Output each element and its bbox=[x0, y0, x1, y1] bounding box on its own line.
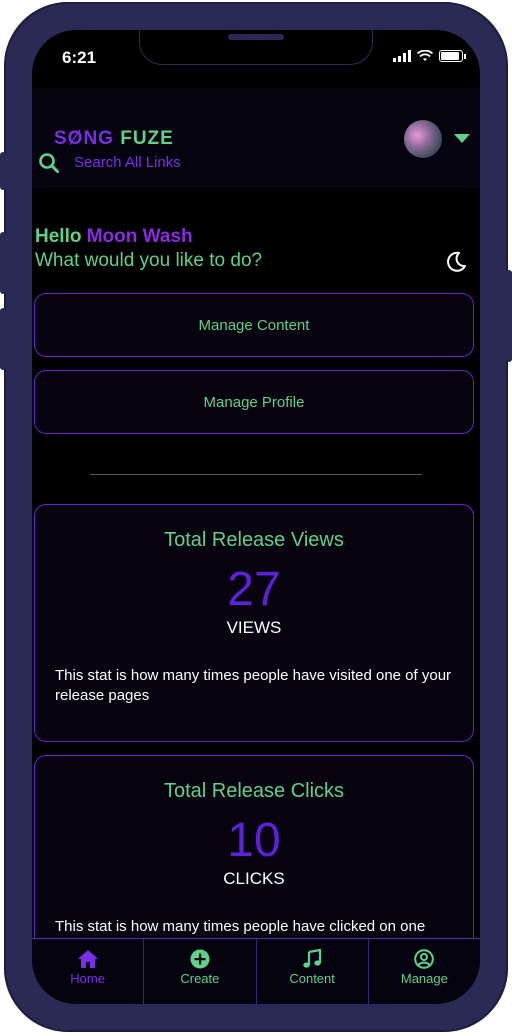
user-circle-icon bbox=[414, 949, 435, 969]
tab-home[interactable]: Home bbox=[32, 939, 145, 1004]
moon-icon[interactable] bbox=[444, 250, 468, 274]
music-note-icon bbox=[303, 949, 322, 968]
user-name: Moon Wash bbox=[86, 226, 193, 247]
divider bbox=[90, 474, 422, 475]
stat-unit: CLICKS bbox=[223, 869, 285, 888]
tab-label: Manage bbox=[400, 971, 448, 986]
battery-icon bbox=[439, 50, 463, 62]
greeting-question: What would you like to do? bbox=[35, 250, 263, 271]
manage-profile-button[interactable]: Manage Profile bbox=[34, 370, 474, 434]
manage-content-button[interactable]: Manage Content bbox=[34, 293, 474, 357]
hello-text: Hello bbox=[35, 226, 82, 247]
app-screen: 6:21 SØNG FUZE Search All Links Hello Mo… bbox=[32, 30, 480, 1004]
signal-icon bbox=[393, 50, 411, 62]
wifi-icon bbox=[417, 50, 433, 61]
battery-tip bbox=[464, 53, 466, 59]
tab-content[interactable]: Content bbox=[257, 939, 369, 1004]
notch bbox=[140, 30, 372, 64]
home-icon bbox=[77, 950, 98, 968]
chevron-down-icon[interactable] bbox=[454, 134, 470, 143]
stat-unit: VIEWS bbox=[226, 618, 282, 637]
volume-down-button bbox=[0, 308, 6, 370]
tab-label: Create bbox=[180, 971, 220, 986]
stat-description: This stat is how many times people have … bbox=[55, 667, 452, 704]
stat-description: This stat is how many times people have … bbox=[55, 918, 426, 935]
tab-manage[interactable]: Manage bbox=[369, 939, 480, 1004]
volume-up-button bbox=[0, 232, 6, 294]
tab-create[interactable]: Create bbox=[144, 939, 257, 1004]
search-bar bbox=[32, 146, 480, 186]
greeting: Hello Moon Wash What would you like to d… bbox=[35, 226, 475, 272]
silent-switch bbox=[0, 152, 6, 190]
stat-value: 10 bbox=[227, 814, 281, 867]
search-icon[interactable] bbox=[38, 152, 60, 174]
plus-circle-icon bbox=[190, 949, 210, 969]
status-time: 6:21 bbox=[62, 48, 97, 67]
stat-title: Total Release Clicks bbox=[163, 780, 345, 802]
tab-label: Home bbox=[70, 971, 105, 986]
stat-title: Total Release Views bbox=[164, 529, 344, 551]
stat-value: 27 bbox=[227, 563, 281, 616]
tab-bar: Home Create Content Manage bbox=[32, 938, 480, 1004]
search-input[interactable] bbox=[74, 154, 434, 171]
power-button bbox=[506, 270, 512, 362]
status-icons bbox=[393, 50, 466, 62]
speaker-grille bbox=[228, 34, 284, 40]
stat-card-views: Total Release Views 27 VIEWS This stat i… bbox=[34, 504, 474, 742]
greeting-hello: Hello Moon Wash bbox=[35, 226, 475, 248]
status-bar: 6:21 bbox=[32, 30, 480, 88]
tab-label: Content bbox=[289, 971, 335, 986]
